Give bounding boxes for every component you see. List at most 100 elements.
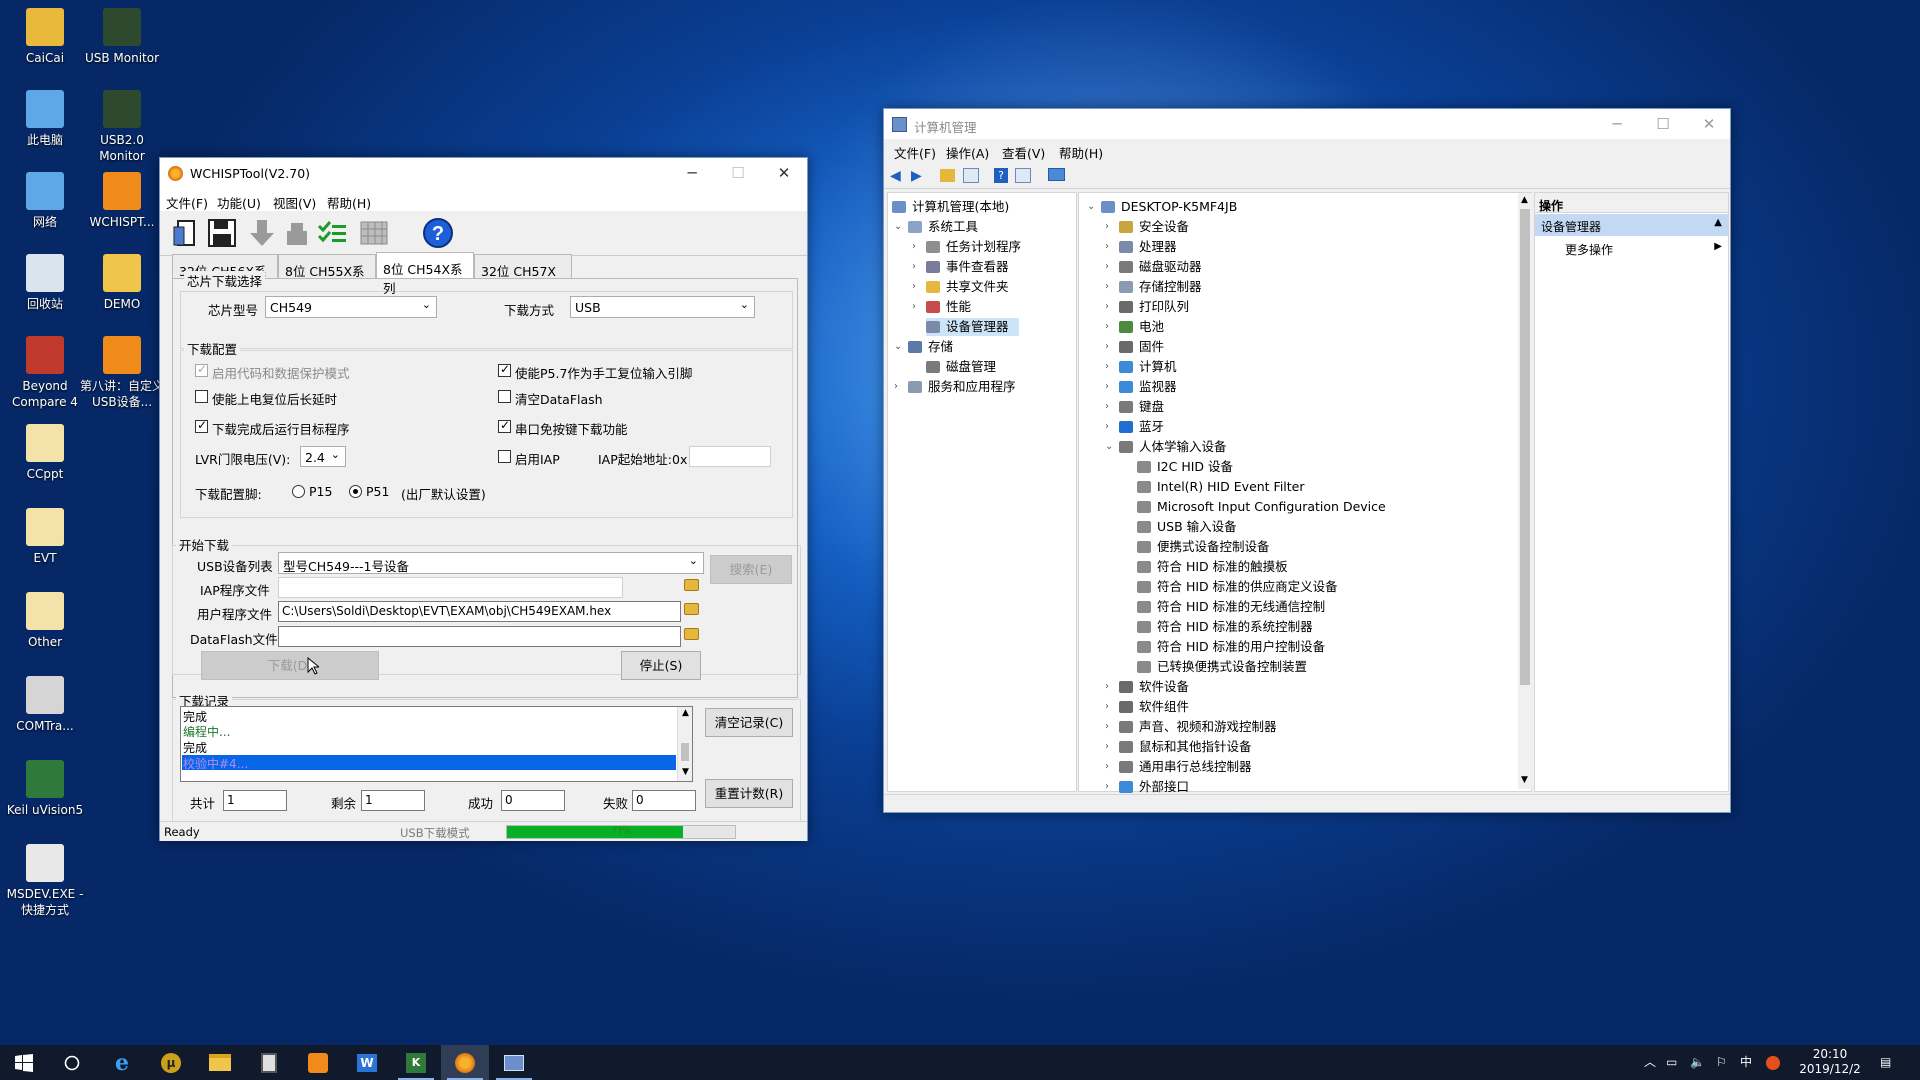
nav-tree-item[interactable]: ⌄ 系统工具	[894, 218, 984, 236]
device-tree-item[interactable]: Intel(R) HID Event Filter	[1137, 478, 1311, 496]
menu-function[interactable]: 功能(U)	[217, 193, 261, 212]
device-tree-item[interactable]: › 蓝牙	[1105, 418, 1170, 436]
expand-arrow-icon[interactable]: ›	[1105, 738, 1109, 756]
evt-folder[interactable]: EVT	[0, 508, 90, 566]
expand-arrow-icon[interactable]: ›	[1105, 358, 1109, 376]
folder-icon[interactable]	[684, 603, 699, 615]
expand-arrow-icon[interactable]: ›	[1105, 418, 1109, 436]
device-tree-item[interactable]: › 电池	[1105, 318, 1170, 336]
lvr-select[interactable]: 2.4 ⌄	[300, 446, 346, 467]
nav-tree-item[interactable]: › 服务和应用程序	[894, 378, 1022, 396]
expand-arrow-icon[interactable]: ›	[1105, 678, 1109, 696]
device-scrollbar[interactable]: ▲ ▼	[1518, 193, 1532, 789]
search-button[interactable]: 搜索(E)	[710, 555, 792, 584]
device-tree-item[interactable]: › 鼠标和其他指针设备	[1105, 738, 1258, 756]
device-tree-item[interactable]: › 安全设备	[1105, 218, 1195, 236]
tab-ch57x[interactable]: 32位 CH57X系列	[474, 254, 572, 298]
open-file-icon[interactable]	[170, 217, 202, 249]
ccppt-folder[interactable]: CCppt	[0, 424, 90, 482]
device-tree-item[interactable]: › 存储控制器	[1105, 278, 1208, 296]
menu-file[interactable]: 文件(F)	[894, 143, 936, 162]
back-icon[interactable]: ◀	[890, 168, 901, 184]
word-app-icon[interactable]: W	[343, 1045, 391, 1080]
nav-tree-item[interactable]: › 任务计划程序	[912, 238, 1027, 256]
device-tree-item[interactable]: › 通用串行总线控制器	[1105, 758, 1258, 776]
expand-arrow-icon[interactable]: ›	[1105, 258, 1109, 276]
expand-arrow-icon[interactable]: ›	[1105, 378, 1109, 396]
up-folder-icon[interactable]	[940, 169, 955, 182]
download-mode-select[interactable]: USB ⌄	[570, 296, 755, 318]
save-icon[interactable]	[206, 217, 238, 249]
device-tree-item[interactable]: › 软件设备	[1105, 678, 1195, 696]
nav-tree-item[interactable]: › 事件查看器	[912, 258, 1015, 276]
device-tree-item[interactable]: › 软件组件	[1105, 698, 1195, 716]
collapse-arrow-icon[interactable]: ⌄	[1105, 438, 1113, 456]
other-folder[interactable]: Other	[0, 592, 90, 650]
expand-arrow-icon[interactable]: ›	[1105, 698, 1109, 716]
iap-address-input[interactable]	[689, 446, 771, 467]
help-icon[interactable]: ?	[422, 217, 454, 249]
menu-action[interactable]: 操作(A)	[946, 143, 989, 162]
expand-arrow-icon[interactable]: ›	[894, 378, 898, 396]
tab-ch54x[interactable]: 8位 CH54X系列	[376, 252, 474, 296]
stop-button[interactable]: 停止(S)	[621, 651, 701, 680]
isp-titlebar[interactable]: WCHISPTool(V2.70) ─ ☐ ✕	[160, 158, 807, 189]
usb2-monitor-shortcut[interactable]: USB2.0 Monitor	[77, 90, 167, 164]
usb-monitor-shortcut[interactable]: USB Monitor	[77, 8, 167, 66]
menu-view[interactable]: 视图(V)	[273, 193, 316, 212]
expand-arrow-icon[interactable]: ›	[912, 238, 916, 256]
log-scrollbar[interactable]: ▲ ▼	[677, 707, 692, 781]
collapse-arrow-icon[interactable]: ⌄	[894, 218, 902, 236]
calculator-app-icon[interactable]	[245, 1045, 293, 1080]
menu-view[interactable]: 查看(V)	[1002, 143, 1045, 162]
user-file-input[interactable]: C:\Users\Soldi\Desktop\EVT\EXAM\obj\CH54…	[278, 601, 681, 622]
pin-p15-radio[interactable]	[292, 485, 305, 498]
menu-help[interactable]: 帮助(H)	[327, 193, 371, 212]
device-tree-item[interactable]: › 计算机	[1105, 358, 1183, 376]
comtra-shortcut[interactable]: COMTra...	[0, 676, 90, 734]
folder-icon[interactable]	[684, 628, 699, 640]
serial-nokey-checkbox[interactable]	[498, 418, 511, 433]
uvision-icon[interactable]: μ	[147, 1045, 195, 1080]
menu-help[interactable]: 帮助(H)	[1059, 143, 1103, 162]
device-tree-item[interactable]: ⌄ 人体学输入设备	[1105, 438, 1233, 456]
device-tree-item[interactable]: 符合 HID 标准的触摸板	[1137, 558, 1294, 576]
device-tree-item[interactable]: › 监视器	[1105, 378, 1183, 396]
expand-arrow-icon[interactable]: ›	[1105, 318, 1109, 336]
help-icon[interactable]: ?	[994, 168, 1008, 183]
device-tree-item[interactable]: › 处理器	[1105, 238, 1183, 256]
p57-reset-checkbox[interactable]	[498, 362, 511, 377]
collapse-icon[interactable]: ▲	[1714, 217, 1722, 228]
expand-arrow-icon[interactable]: ›	[1105, 338, 1109, 356]
expand-arrow-icon[interactable]: ›	[1105, 278, 1109, 296]
device-tree-item[interactable]: I2C HID 设备	[1137, 458, 1239, 476]
actions-device-manager[interactable]: 设备管理器 ▲	[1535, 214, 1728, 236]
expand-arrow-icon[interactable]: ›	[1105, 218, 1109, 236]
device-tree-item[interactable]: 符合 HID 标准的系统控制器	[1137, 618, 1319, 636]
edge-icon[interactable]: e	[98, 1045, 146, 1080]
expand-arrow-icon[interactable]: ›	[1105, 398, 1109, 416]
device-tree-item[interactable]: › 键盘	[1105, 398, 1170, 416]
expand-arrow-icon[interactable]: ›	[912, 298, 916, 316]
collapse-arrow-icon[interactable]: ⌄	[1087, 198, 1095, 216]
expand-arrow-icon[interactable]: ›	[1105, 238, 1109, 256]
file-explorer-icon[interactable]	[196, 1045, 244, 1080]
close-button[interactable]: ✕	[761, 158, 807, 189]
enable-iap-checkbox[interactable]	[498, 450, 511, 463]
reset-count-button[interactable]: 重置计数(R)	[705, 779, 793, 808]
folder-icon[interactable]	[684, 579, 699, 591]
clear-dataflash-checkbox[interactable]	[498, 390, 511, 403]
device-tree-item[interactable]: › 声音、视频和游戏控制器	[1105, 718, 1283, 736]
verify-list-icon[interactable]	[316, 217, 348, 249]
nav-tree-item[interactable]: 设备管理器	[926, 318, 1019, 336]
show-tree-icon[interactable]	[963, 168, 979, 183]
device-tree-item[interactable]: 符合 HID 标准的供应商定义设备	[1137, 578, 1344, 596]
action-flag-icon[interactable]: ⚐	[1716, 1045, 1727, 1080]
wchisptool-app-icon[interactable]	[441, 1045, 489, 1080]
minimize-button[interactable]: ─	[669, 158, 715, 189]
menu-file[interactable]: 文件(F)	[166, 193, 208, 212]
cm-titlebar[interactable]: 计算机管理 ─ ☐ ✕	[884, 109, 1730, 139]
nav-tree-item[interactable]: 计算机管理(本地)	[892, 198, 1015, 216]
iap-file-input[interactable]	[278, 577, 623, 598]
expand-arrow-icon[interactable]: ›	[912, 278, 916, 296]
